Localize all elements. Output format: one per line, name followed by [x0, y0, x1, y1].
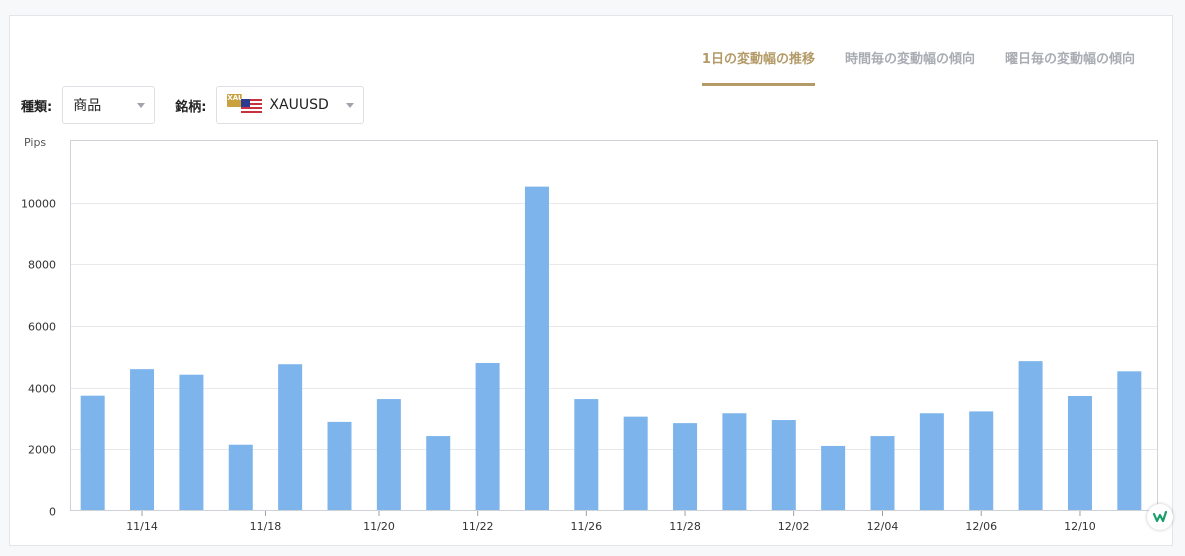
bar: [574, 399, 599, 511]
x-tick-label: 11/22: [462, 520, 494, 533]
y-tick-label: 6000: [28, 321, 56, 334]
y-tick-label: 2000: [28, 444, 56, 457]
x-tick-label: 11/18: [250, 520, 282, 533]
bar: [870, 436, 895, 511]
bar: [722, 413, 747, 511]
x-tick-label: 11/20: [363, 520, 395, 533]
daily-range-bar-chart: Pips 0200040006000800010000 11/14 11/18 11…: [21, 136, 1158, 533]
x-tick-label: 12/06: [965, 520, 997, 533]
bar: [771, 420, 796, 511]
logo-mark-icon: [1152, 510, 1168, 523]
bar: [821, 445, 846, 511]
bar: [1018, 361, 1043, 511]
bar: [673, 423, 698, 511]
x-tick-label: 11/14: [126, 520, 158, 533]
bar: [1117, 371, 1142, 511]
brand-logo-icon[interactable]: [1147, 504, 1173, 530]
bar: [179, 374, 204, 511]
y-tick-label: 4000: [28, 383, 56, 396]
y-tick-label: 10000: [21, 198, 56, 211]
bar: [1067, 395, 1092, 511]
bars: [80, 186, 1142, 511]
y-tick-label: 8000: [28, 259, 56, 272]
grid-lines: [71, 203, 1157, 450]
bar: [475, 363, 500, 511]
bar: [130, 369, 155, 511]
bar: [969, 411, 994, 511]
x-tick-label: 12/04: [867, 520, 899, 533]
x-tick-label: 12/02: [778, 520, 810, 533]
bar: [426, 436, 451, 511]
x-tick-label: 11/26: [570, 520, 602, 533]
bar: [919, 413, 944, 511]
bar: [327, 421, 352, 511]
bar: [80, 395, 105, 511]
y-axis-ticks: 0 2000 4000 6000 8000 10000: [21, 198, 56, 519]
x-tick-label: 12/10: [1064, 520, 1096, 533]
bar: [228, 444, 253, 511]
y-axis-label: Pips: [24, 136, 46, 149]
bar: [524, 186, 549, 511]
x-axis-ticks: 11/14 11/18 11/20 11/22 11/26 11/28 12/02 12/04…: [126, 511, 1096, 533]
bar: [623, 416, 648, 511]
x-tick-label: 11/28: [669, 520, 701, 533]
bar: [376, 399, 401, 511]
bar: [278, 364, 303, 511]
y-tick-label: 0: [49, 506, 56, 519]
